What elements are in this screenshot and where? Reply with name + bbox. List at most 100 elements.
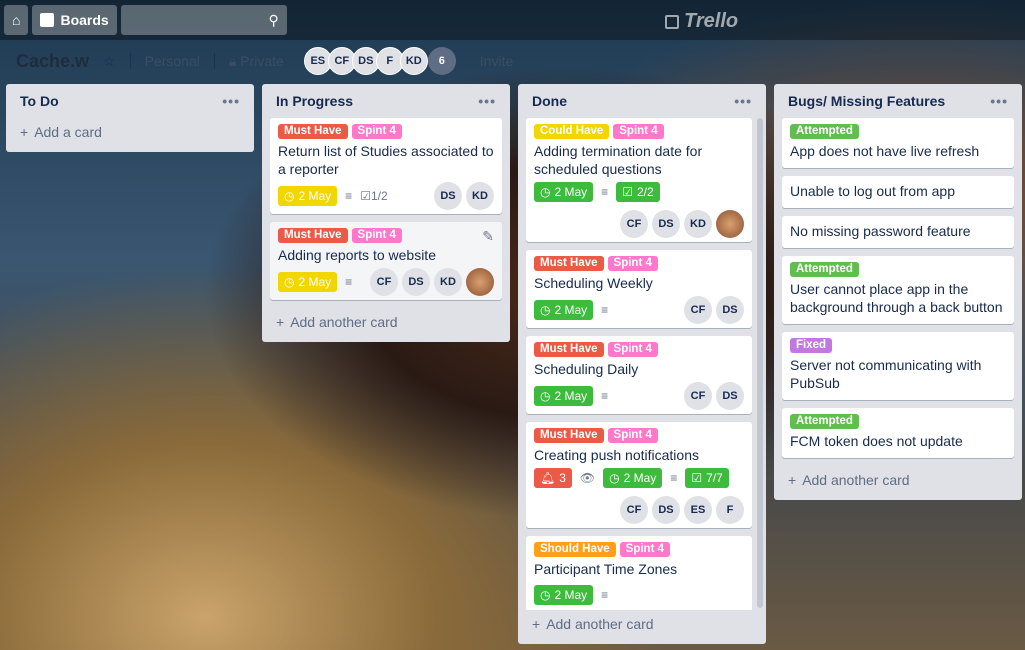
card-label[interactable]: Spint 4 [351,228,402,243]
list-title[interactable]: In Progress [276,93,353,109]
card-labels: Must Have Spint 4 [534,428,744,443]
trello-logo[interactable]: Trello [665,10,738,33]
star-icon[interactable]: ☆ [103,53,116,70]
card-label[interactable]: Must Have [534,342,604,357]
member-avatar[interactable]: KD [466,182,494,210]
checkbox-icon: ☑ [622,185,633,199]
visibility-button[interactable]: 🔒︎ Private [229,53,284,70]
search-icon: ⚲ [268,11,279,28]
list-scrollbar[interactable] [757,118,763,608]
card-label[interactable]: Fixed [790,338,833,353]
card-label[interactable]: Spint 4 [613,124,664,139]
card-label[interactable]: Spint 4 [619,542,670,557]
due-date-badge[interactable]: ◷ 2 May [534,300,594,320]
member-avatar[interactable]: CF [684,296,712,324]
member-avatar[interactable]: DS [652,210,680,238]
member-avatar[interactable]: DS [434,182,462,210]
member-count[interactable]: 6 [427,47,456,75]
due-date-badge[interactable]: ◷ 2 May [278,272,338,292]
card-title: User cannot place app in the background … [790,281,1003,315]
card-label[interactable]: Spint 4 [607,256,658,271]
member-avatar[interactable]: CF [684,382,712,410]
member-avatar[interactable]: CF [620,210,648,238]
card-label[interactable]: Attempted [790,262,859,277]
list-menu-icon[interactable]: ••• [734,93,752,109]
due-date-badge[interactable]: ◷ 2 May [534,585,594,605]
avatar-photo[interactable] [716,210,744,238]
add-card-button[interactable]: + Add a card [14,118,246,146]
due-date-badge[interactable]: ◷ 2 May [278,186,338,206]
card-title: Unable to log out from app [790,183,955,199]
checklist-count: 1/2 [370,189,388,203]
due-date-badge[interactable]: ◷ 2 May [534,182,594,202]
card-label[interactable]: Attempted [790,414,859,429]
top-bar: ⌂ Boards ⚲ Trello [0,0,1025,40]
member-avatar[interactable]: ES [684,496,712,524]
member-avatar[interactable]: CF [370,268,398,296]
card[interactable]: Attempted App does not have live refresh [782,118,1014,168]
card-label[interactable]: Attempted [790,124,859,139]
board-title[interactable]: Cache.w [16,51,89,72]
member-avatar[interactable]: KD [684,210,712,238]
checklist-count: 2/2 [636,185,654,199]
card-title: No missing password feature [790,223,971,239]
card-label[interactable]: Must Have [534,428,604,443]
card[interactable]: Must Have Spint 4 Return list of Studies a… [270,118,502,214]
add-card-button[interactable]: + Add another card [782,466,1014,494]
card[interactable]: Attempted FCM token does not update [782,408,1014,458]
add-card-label: Add another card [290,314,398,330]
member-avatar[interactable]: KD [399,47,428,75]
card-label[interactable]: Could Have [534,124,610,139]
boards-button[interactable]: Boards [32,5,117,35]
card-label[interactable]: Must Have [278,228,348,243]
card-label[interactable]: Spint 4 [607,342,658,357]
team-button[interactable]: Personal [145,53,200,69]
card[interactable]: Should Have Spint 4 Participant Time Zones… [526,536,752,610]
plus-icon: + [788,472,797,488]
member-avatar[interactable]: DS [402,268,430,296]
list-title[interactable]: Bugs/ Missing Features [788,93,945,109]
member-avatar[interactable]: CF [620,496,648,524]
due-date: 2 May [298,189,332,203]
card-labels: Must Have Spint 4 [278,124,494,139]
invite-button[interactable]: Invite [480,53,513,69]
clock-icon: ◷ [540,389,551,403]
card[interactable]: No missing password feature [782,216,1014,248]
card[interactable]: Attempted User cannot place app in the ba… [782,256,1014,324]
member-avatar[interactable]: KD [434,268,462,296]
card[interactable]: Must Have Spint 4 Creating push notificati… [526,422,752,528]
card-title: Adding reports to website [278,247,436,263]
card-label[interactable]: Must Have [278,124,348,139]
member-avatar[interactable]: DS [716,296,744,324]
list-menu-icon[interactable]: ••• [222,93,240,109]
card[interactable]: Unable to log out from app [782,176,1014,208]
card[interactable]: Could Have Spint 4 Adding termination date… [526,118,752,242]
checklist-badge: ☑ 7/7 [685,468,729,488]
member-avatar[interactable]: F [716,496,744,524]
list-menu-icon[interactable]: ••• [990,93,1008,109]
card-label[interactable]: Spint 4 [351,124,402,139]
card[interactable]: Must Have Spint 4 Scheduling Daily ◷ 2 May ≡ C… [526,336,752,414]
card[interactable]: Must Have Spint 4 Scheduling Weekly ◷ 2 May ≡… [526,250,752,328]
card[interactable]: Fixed Server not communicating with PubSu… [782,332,1014,400]
member-avatar[interactable]: DS [716,382,744,410]
avatar-photo[interactable] [466,268,494,296]
card-label[interactable]: Must Have [534,256,604,271]
list-menu-icon[interactable]: ••• [478,93,496,109]
list-title[interactable]: Done [532,93,567,109]
member-avatar[interactable]: DS [652,496,680,524]
card-label[interactable]: Spint 4 [607,428,658,443]
card-label[interactable]: Should Have [534,542,616,557]
plus-icon: + [532,616,541,632]
list-title[interactable]: To Do [20,93,59,109]
card-badges: ◷ 2 May ≡ ☑ 2/2 CF DS KD [534,182,744,238]
due-date-badge[interactable]: ◷ 2 May [603,468,663,488]
edit-icon[interactable]: ✎ [482,228,494,245]
add-card-button[interactable]: + Add another card [270,308,502,336]
due-date-badge[interactable]: ◷ 2 May [534,386,594,406]
card[interactable]: ✎ Must Have Spint 4 Adding reports to websi… [270,222,502,300]
search-input[interactable]: ⚲ [120,5,287,35]
card-badges: ◷ 2 May ≡ [534,582,744,608]
home-button[interactable]: ⌂ [4,5,29,35]
add-card-button[interactable]: + Add another card [526,610,758,638]
